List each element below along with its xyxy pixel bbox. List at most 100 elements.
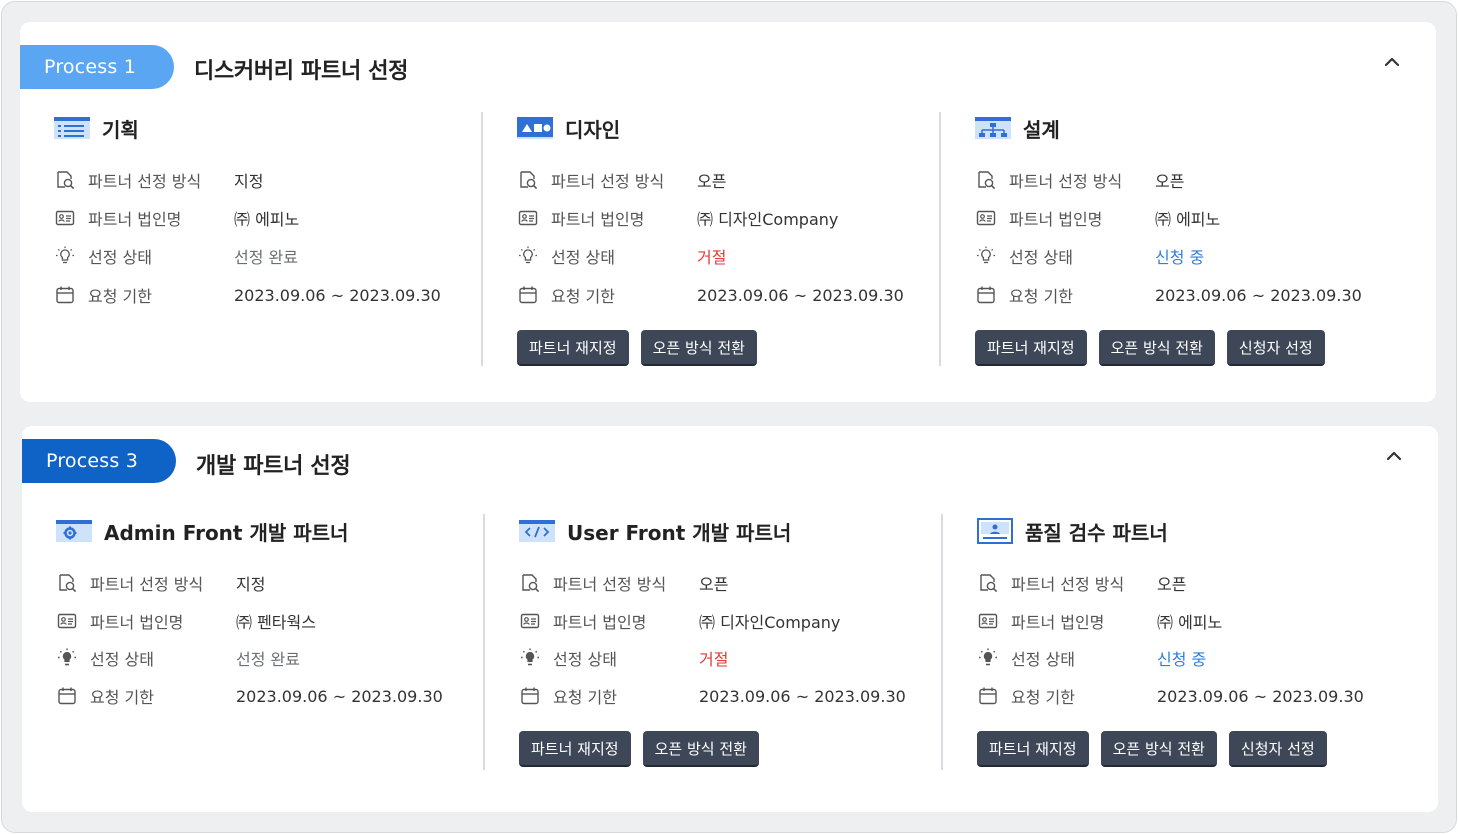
id-card-icon [54, 207, 76, 229]
admin-gear-icon [56, 520, 92, 542]
column-title-text: 설계 [1023, 117, 1060, 142]
reassign-partner-button[interactable]: 파트너 재지정 [977, 731, 1089, 767]
method-value: 오픈 [1155, 172, 1185, 191]
deadline-label: 요청 기한 [551, 287, 615, 306]
method-value: 오픈 [699, 575, 729, 594]
deadline-value: 2023.09.06 ~ 2023.09.30 [234, 285, 441, 305]
company-label: 파트너 법인명 [551, 210, 645, 229]
company-label: 파트너 법인명 [1011, 613, 1105, 632]
search-doc-icon [54, 169, 76, 191]
id-card-icon [56, 610, 78, 632]
company-value: ㈜ 디자인Company [697, 210, 839, 229]
company-row: 파트너 법인명 ㈜ 디자인Company [517, 206, 838, 230]
company-label: 파트너 법인명 [553, 613, 647, 632]
status-row: 선정 상태 선정 완료 [54, 244, 298, 268]
status-row: 선정 상태 선정 완료 [56, 646, 300, 670]
search-doc-icon [977, 572, 999, 594]
method-row: 파트너 선정 방식 오픈 [975, 168, 1184, 192]
status-row: 선정 상태 거절 [519, 646, 728, 670]
reassign-partner-button[interactable]: 파트너 재지정 [517, 330, 629, 366]
company-value: ㈜ 에피노 [1157, 613, 1223, 632]
column-title: 기획 [54, 113, 139, 143]
action-buttons: 파트너 재지정 오픈 방식 전환 신청자 선정 [975, 330, 1325, 366]
search-doc-icon [975, 169, 997, 191]
status-label: 선정 상태 [1009, 248, 1073, 267]
column-divider [939, 112, 941, 366]
company-label: 파트너 법인명 [1009, 210, 1103, 229]
chevron-up-icon[interactable] [1382, 52, 1402, 72]
action-buttons: 파트너 재지정 오픈 방식 전환 [519, 731, 759, 767]
deadline-label: 요청 기한 [553, 688, 617, 707]
qa-monitor-icon [977, 518, 1013, 544]
process-title: 개발 파트너 선정 [196, 454, 351, 479]
deadline-value: 2023.09.06 ~ 2023.09.30 [697, 285, 904, 305]
select-applicant-button[interactable]: 신청자 선정 [1226, 330, 1325, 366]
company-row: 파트너 법인명 ㈜ 에피노 [977, 609, 1222, 633]
method-value: 지정 [234, 172, 264, 191]
method-value: 오픈 [1157, 575, 1187, 594]
process-card-3: Process 3 개발 파트너 선정 Admin Front 개발 파트너 파… [22, 426, 1438, 812]
id-card-icon [517, 207, 539, 229]
company-value: ㈜ 디자인Company [699, 613, 841, 632]
company-value: ㈜ 에피노 [1155, 210, 1221, 229]
calendar-icon [517, 284, 539, 306]
status-label: 선정 상태 [90, 650, 154, 669]
method-label: 파트너 선정 방식 [551, 172, 665, 191]
status-label: 선정 상태 [551, 248, 615, 267]
sitemap-icon [975, 117, 1011, 139]
method-label: 파트너 선정 방식 [90, 575, 204, 594]
process-title: 디스커버리 파트너 선정 [194, 59, 409, 84]
column-title: 품질 검수 파트너 [977, 516, 1168, 546]
deadline-label: 요청 기한 [1011, 688, 1075, 707]
method-row: 파트너 선정 방식 오픈 [519, 571, 728, 595]
status-row: 선정 상태 신청 중 [975, 244, 1204, 268]
company-value: ㈜ 에피노 [234, 210, 300, 229]
select-applicant-button[interactable]: 신청자 선정 [1228, 731, 1327, 767]
bulb-icon [519, 647, 541, 669]
calendar-icon [519, 685, 541, 707]
id-card-icon [977, 610, 999, 632]
status-label: 선정 상태 [553, 650, 617, 669]
method-row: 파트너 선정 방식 오픈 [977, 571, 1186, 595]
calendar-icon [56, 685, 78, 707]
deadline-row: 요청 기한 2023.09.06 ~ 2023.09.30 [977, 684, 1364, 708]
deadline-row: 요청 기한 2023.09.06 ~ 2023.09.30 [54, 283, 441, 307]
calendar-icon [975, 284, 997, 306]
deadline-row: 요청 기한 2023.09.06 ~ 2023.09.30 [56, 684, 443, 708]
switch-open-method-button[interactable]: 오픈 방식 전환 [1098, 330, 1215, 366]
status-value: 선정 완료 [234, 248, 298, 267]
deadline-row: 요청 기한 2023.09.06 ~ 2023.09.30 [517, 283, 904, 307]
action-buttons: 파트너 재지정 오픈 방식 전환 [517, 330, 757, 366]
method-label: 파트너 선정 방식 [553, 575, 667, 594]
column-title: 설계 [975, 113, 1060, 143]
process-badge: Process 3 [22, 439, 176, 483]
design-icon [517, 117, 553, 139]
company-label: 파트너 법인명 [90, 613, 184, 632]
reassign-partner-button[interactable]: 파트너 재지정 [519, 731, 631, 767]
company-row: 파트너 법인명 ㈜ 펜타웍스 [56, 609, 316, 633]
method-row: 파트너 선정 방식 오픈 [517, 168, 726, 192]
deadline-value: 2023.09.06 ~ 2023.09.30 [1155, 285, 1362, 305]
bulb-icon [517, 245, 539, 267]
deadline-value: 2023.09.06 ~ 2023.09.30 [236, 686, 443, 706]
company-value: ㈜ 펜타웍스 [236, 613, 316, 632]
method-row: 파트너 선정 방식 지정 [56, 571, 265, 595]
search-doc-icon [56, 572, 78, 594]
bulb-icon [975, 245, 997, 267]
switch-open-method-button[interactable]: 오픈 방식 전환 [1100, 731, 1217, 767]
switch-open-method-button[interactable]: 오픈 방식 전환 [642, 731, 759, 767]
column-title: Admin Front 개발 파트너 [56, 516, 348, 546]
calendar-icon [977, 685, 999, 707]
method-row: 파트너 선정 방식 지정 [54, 168, 263, 192]
bulb-icon [977, 647, 999, 669]
column-title: 디자인 [517, 113, 620, 143]
status-row: 선정 상태 신청 중 [977, 646, 1206, 670]
deadline-label: 요청 기한 [88, 287, 152, 306]
method-value: 오픈 [697, 172, 727, 191]
switch-open-method-button[interactable]: 오픈 방식 전환 [640, 330, 757, 366]
method-label: 파트너 선정 방식 [1011, 575, 1125, 594]
reassign-partner-button[interactable]: 파트너 재지정 [975, 330, 1087, 366]
column-divider [481, 112, 483, 366]
status-value: 선정 완료 [236, 650, 300, 669]
chevron-up-icon[interactable] [1384, 446, 1404, 466]
